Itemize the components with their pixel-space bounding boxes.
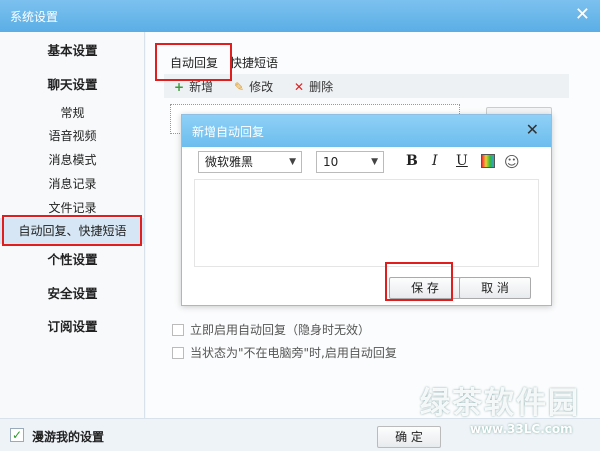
sidebar-item-basic[interactable]: 基本设置 — [0, 38, 145, 64]
color-icon[interactable] — [481, 154, 495, 168]
roam-settings-label: 漫游我的设置 — [32, 430, 105, 444]
emoji-icon[interactable]: ☺ — [504, 153, 520, 171]
pencil-icon: ✎ — [234, 80, 245, 94]
add-label: 新增 — [189, 80, 214, 94]
chevron-down-icon: ▼ — [289, 157, 296, 167]
sidebar-item-chat[interactable]: 聊天设置 — [0, 72, 145, 98]
when-away-checkbox[interactable] — [172, 347, 184, 359]
sidebar-item-message-mode[interactable]: 消息模式 — [0, 147, 145, 173]
sidebar-item-personal[interactable]: 个性设置 — [0, 247, 145, 273]
font-family-value: 微软雅黑 — [205, 155, 254, 169]
dialog-title: 新增自动回复 — [192, 125, 265, 139]
font-size-select[interactable]: 10 ▼ — [316, 151, 384, 173]
save-highlight-box — [385, 262, 453, 301]
italic-icon[interactable]: I — [432, 153, 438, 169]
sidebar-item-message-record[interactable]: 消息记录 — [0, 171, 145, 197]
sidebar-highlight-box — [2, 215, 142, 246]
sidebar-item-voice-video[interactable]: 语音视频 — [0, 123, 145, 149]
watermark-url: www.33LC.com — [470, 422, 573, 436]
when-away-option[interactable]: 当状态为"不在电脑旁"时,启用自动回复 — [172, 344, 397, 361]
watermark-text: 绿茶软件园 — [420, 386, 580, 421]
format-toolbar: 微软雅黑 ▼ 10 ▼ B I U ☺ — [194, 151, 539, 175]
tab-highlight-box — [155, 43, 232, 81]
cancel-button[interactable]: 取 消 — [459, 277, 531, 299]
roam-checkbox[interactable]: ✓ — [10, 428, 24, 442]
sidebar-item-security[interactable]: 安全设置 — [0, 281, 145, 307]
font-family-select[interactable]: 微软雅黑 ▼ — [198, 151, 302, 173]
settings-window: 系统设置 ✕ 基本设置 聊天设置 常规 语音视频 消息模式 消息记录 文件记录 … — [0, 0, 600, 451]
close-icon[interactable]: ✕ — [575, 5, 590, 25]
underline-icon[interactable]: U — [456, 153, 468, 169]
chevron-down-icon: ▼ — [371, 157, 378, 167]
edit-button[interactable]: ✎ 修改 — [234, 78, 273, 95]
font-size-value: 10 — [323, 155, 339, 169]
enable-now-label: 立即启用自动回复（隐身时无效） — [190, 323, 371, 337]
reply-text-editor[interactable] — [194, 179, 539, 267]
delete-button[interactable]: ✕ 删除 — [294, 78, 333, 95]
sidebar-item-subscription[interactable]: 订阅设置 — [0, 314, 145, 340]
ok-button[interactable]: 确 定 — [377, 426, 441, 448]
bold-icon[interactable]: B — [406, 153, 418, 169]
dialog-title-bar[interactable]: 新增自动回复 ✕ — [182, 115, 551, 147]
plus-icon: + — [174, 80, 185, 94]
check-icon: ✓ — [11, 428, 23, 442]
when-away-label: 当状态为"不在电脑旁"时,启用自动回复 — [190, 346, 397, 360]
edit-label: 修改 — [249, 80, 274, 94]
enable-now-checkbox[interactable] — [172, 324, 184, 336]
window-title: 系统设置 — [10, 10, 59, 24]
tab-quick-phrases[interactable]: 快捷短语 — [230, 54, 278, 71]
new-auto-reply-dialog: 新增自动回复 ✕ 微软雅黑 ▼ 10 ▼ B I U ☺ 保 存 取 消 — [181, 114, 552, 306]
enable-now-option[interactable]: 立即启用自动回复（隐身时无效） — [172, 321, 370, 338]
dialog-close-icon[interactable]: ✕ — [526, 120, 539, 139]
title-bar[interactable]: 系统设置 ✕ — [0, 0, 600, 32]
delete-label: 删除 — [309, 80, 334, 94]
delete-icon: ✕ — [294, 80, 305, 94]
